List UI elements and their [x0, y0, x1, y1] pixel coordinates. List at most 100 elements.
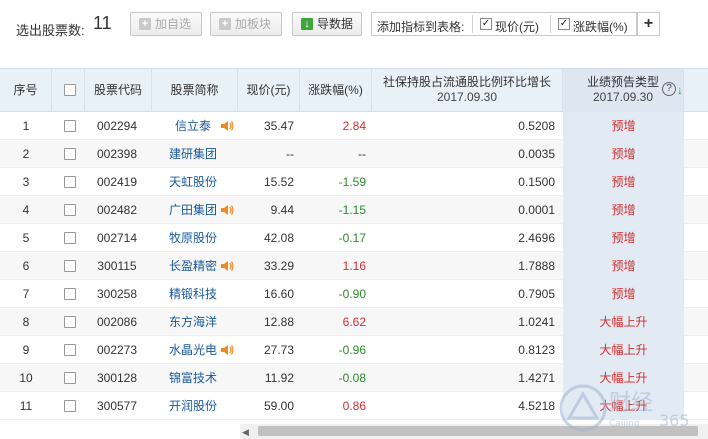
- row-name[interactable]: 天虹股份: [152, 168, 234, 196]
- row-ratio: 0.8123: [518, 343, 555, 357]
- row-forecast-type: 预增: [563, 252, 684, 280]
- speaker-icon[interactable]: [220, 259, 234, 273]
- table-row[interactable]: 2 002398 建研集团 -- -- 0.0035 预增: [0, 140, 708, 168]
- table-header: 序号 股票代码 股票简称 现价(元) 涨跌幅(%) 社保持股占流通股比例环比增长…: [0, 68, 708, 112]
- row-ratio: 4.5218: [518, 399, 555, 413]
- row-price: --: [286, 147, 294, 161]
- add-favorite-label: 加自选: [155, 17, 192, 31]
- row-checkbox[interactable]: [64, 372, 76, 384]
- table-row[interactable]: 8 002086 东方海洋 12.88 6.62 1.0241 大幅上升: [0, 308, 708, 336]
- row-seq: 8: [22, 315, 30, 329]
- row-change: -0.08: [338, 371, 366, 385]
- row-checkbox[interactable]: [64, 232, 76, 244]
- row-price: 27.73: [263, 343, 294, 357]
- table-row[interactable]: 9 002273 水晶光电 27.73 -0.96 0.8123 大幅上升: [0, 336, 708, 364]
- metric-price-checkbox[interactable]: ✓: [480, 18, 492, 30]
- add-metric-plus-button[interactable]: +: [637, 12, 660, 36]
- header-change[interactable]: 涨跌幅(%): [300, 69, 372, 112]
- row-change: 2.84: [342, 119, 366, 133]
- row-seq: 2: [22, 147, 30, 161]
- divider: [472, 15, 473, 33]
- header-ratio-date: 2017.09.30: [436, 90, 498, 104]
- row-forecast-type: 预增: [563, 224, 684, 252]
- divider: [550, 15, 551, 33]
- row-change: -1.15: [338, 203, 366, 217]
- row-ratio: 1.4271: [518, 371, 555, 385]
- header-code[interactable]: 股票代码: [85, 69, 152, 112]
- row-name[interactable]: 牧原股份: [152, 224, 234, 252]
- row-price: 12.88: [263, 315, 294, 329]
- export-data-button[interactable]: ↓ 导数据: [292, 12, 362, 36]
- row-change: -0.96: [338, 343, 366, 357]
- row-change: -0.17: [338, 231, 366, 245]
- row-seq: 5: [22, 231, 30, 245]
- row-name[interactable]: 东方海洋: [152, 308, 234, 336]
- help-icon[interactable]: ?: [662, 82, 676, 96]
- row-code[interactable]: 002398: [85, 140, 149, 168]
- row-forecast-type: 预增: [563, 168, 684, 196]
- row-code[interactable]: 300128: [85, 364, 149, 392]
- metric-change-checkbox[interactable]: ✓: [558, 18, 570, 30]
- table-row[interactable]: 4 002482 广田集团 9.44 -1.15 0.0001 预增: [0, 196, 708, 224]
- select-all-checkbox[interactable]: [64, 84, 76, 96]
- row-code[interactable]: 300115: [85, 252, 149, 280]
- add-favorite-button[interactable]: + 加自选: [130, 12, 202, 36]
- table-row[interactable]: 6 300115 长盈精密 33.29 1.16 1.7888 预增: [0, 252, 708, 280]
- row-forecast-type: 预增: [563, 112, 684, 140]
- row-checkbox[interactable]: [64, 176, 76, 188]
- row-forecast-type: 预增: [563, 196, 684, 224]
- header-seq[interactable]: 序号: [0, 69, 52, 112]
- row-code[interactable]: 002294: [85, 112, 149, 140]
- export-data-label: 导数据: [317, 17, 354, 31]
- row-change: 1.16: [342, 259, 366, 273]
- sort-desc-icon[interactable]: ↓: [677, 83, 683, 97]
- row-price: 35.47: [263, 119, 294, 133]
- row-checkbox[interactable]: [64, 204, 76, 216]
- add-block-button[interactable]: + 加板块: [210, 12, 282, 36]
- row-code[interactable]: 002714: [85, 224, 149, 252]
- plus-icon: +: [219, 18, 231, 30]
- plus-icon: +: [139, 18, 151, 30]
- header-name[interactable]: 股票简称: [152, 69, 238, 112]
- speaker-icon[interactable]: [220, 343, 234, 357]
- header-price[interactable]: 现价(元): [238, 69, 300, 112]
- row-price: 9.44: [270, 203, 294, 217]
- row-seq: 4: [22, 203, 30, 217]
- row-seq: 7: [22, 287, 30, 301]
- row-checkbox[interactable]: [64, 120, 76, 132]
- selected-count-label: 选出股票数:: [16, 23, 85, 38]
- table-row[interactable]: 1 002294 信立泰 35.47 2.84 0.5208 预增: [0, 112, 708, 140]
- row-checkbox[interactable]: [64, 344, 76, 356]
- row-code[interactable]: 300258: [85, 280, 149, 308]
- row-ratio: 0.0001: [518, 203, 555, 217]
- table-row[interactable]: 7 300258 精锻科技 16.60 -0.90 0.7905 预增: [0, 280, 708, 308]
- speaker-icon[interactable]: [220, 203, 234, 217]
- table-row[interactable]: 5 002714 牧原股份 42.08 -0.17 2.4696 预增: [0, 224, 708, 252]
- watermark-logo: 财经 Caijing 365: [559, 384, 690, 432]
- row-checkbox[interactable]: [64, 400, 76, 412]
- row-seq: 1: [22, 119, 30, 133]
- row-name[interactable]: 锦富技术: [152, 364, 234, 392]
- row-checkbox[interactable]: [64, 316, 76, 328]
- row-code[interactable]: 002273: [85, 336, 149, 364]
- row-forecast-type: 大幅上升: [563, 308, 684, 336]
- row-code[interactable]: 002419: [85, 168, 149, 196]
- row-name[interactable]: 开润股份: [152, 392, 234, 420]
- row-change: --: [358, 147, 366, 161]
- row-name[interactable]: 精锻科技: [152, 280, 234, 308]
- speaker-icon[interactable]: [220, 119, 234, 133]
- row-code[interactable]: 002482: [85, 196, 149, 224]
- row-code[interactable]: 002086: [85, 308, 149, 336]
- row-checkbox[interactable]: [64, 288, 76, 300]
- row-name[interactable]: 建研集团: [152, 140, 234, 168]
- row-checkbox[interactable]: [64, 148, 76, 160]
- row-seq: 6: [22, 259, 30, 273]
- scroll-left-icon[interactable]: ◀: [242, 427, 249, 438]
- row-checkbox[interactable]: [64, 260, 76, 272]
- row-seq: 9: [22, 343, 30, 357]
- header-ratio[interactable]: 社保持股占流通股比例环比增长 2017.09.30: [372, 69, 563, 112]
- row-change: -0.90: [338, 287, 366, 301]
- row-ratio: 2.4696: [518, 231, 555, 245]
- row-code[interactable]: 300577: [85, 392, 149, 420]
- table-row[interactable]: 3 002419 天虹股份 15.52 -1.59 0.1500 预增: [0, 168, 708, 196]
